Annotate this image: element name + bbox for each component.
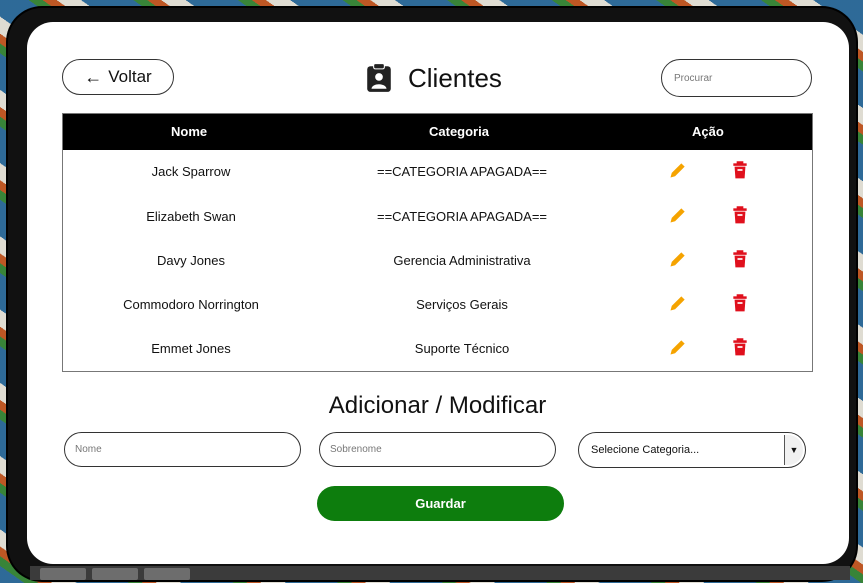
cell-categoria: Gerencia Administrativa xyxy=(393,253,531,268)
pencil-icon[interactable] xyxy=(668,249,688,269)
clipboard-account-icon xyxy=(367,63,391,92)
back-button[interactable]: ← Voltar xyxy=(62,59,174,95)
cell-nome: Emmet Jones xyxy=(151,341,231,356)
nome-input[interactable] xyxy=(64,432,301,467)
categoria-select-value: Selecione Categoria... xyxy=(591,444,700,456)
cell-nome: Commodoro Norrington xyxy=(123,297,259,312)
table-row: Elizabeth Swan ==CATEGORIA APAGADA== xyxy=(63,195,812,239)
pencil-icon[interactable] xyxy=(668,205,688,225)
column-header-nome: Nome xyxy=(171,124,208,139)
search-input[interactable] xyxy=(661,59,812,97)
table-row: Jack Sparrow ==CATEGORIA APAGADA== xyxy=(63,150,812,194)
categoria-select[interactable]: Selecione Categoria... ▼ xyxy=(578,432,806,468)
table-row: Davy Jones Gerencia Administrativa xyxy=(63,239,812,283)
taskbar-button[interactable] xyxy=(40,568,86,580)
clients-table: Nome Categoria Ação Jack Sparrow ==CATEG… xyxy=(62,113,813,372)
cell-categoria: ==CATEGORIA APAGADA== xyxy=(376,209,548,224)
sobrenome-input[interactable] xyxy=(319,432,556,467)
page-header: Clientes xyxy=(366,58,502,98)
pencil-icon[interactable] xyxy=(668,337,688,357)
pencil-icon[interactable] xyxy=(668,293,688,313)
table-row: Emmet Jones Suporte Técnico xyxy=(63,327,812,371)
arrow-left-icon: ← xyxy=(84,67,103,87)
table-header: Nome Categoria Ação xyxy=(63,114,812,150)
taskbar-button[interactable] xyxy=(144,568,190,580)
taskbar-button[interactable] xyxy=(92,568,138,580)
trash-icon[interactable] xyxy=(730,293,750,313)
trash-icon[interactable] xyxy=(730,160,750,180)
column-header-acao: Ação xyxy=(692,124,724,139)
cell-categoria: ==CATEGORIA APAGADA== xyxy=(376,164,548,179)
cell-categoria: Suporte Técnico xyxy=(414,341,510,356)
back-button-label: Voltar xyxy=(108,67,152,86)
trash-icon[interactable] xyxy=(730,249,750,269)
caret-down-icon[interactable]: ▼ xyxy=(784,435,803,465)
cell-nome: Elizabeth Swan xyxy=(146,209,236,224)
taskbar xyxy=(30,566,850,580)
cell-nome: Jack Sparrow xyxy=(151,164,231,179)
save-button[interactable]: Guardar xyxy=(317,486,564,521)
page-title: Clientes xyxy=(408,62,502,93)
pencil-icon[interactable] xyxy=(668,160,688,180)
column-header-categoria: Categoria xyxy=(429,124,489,139)
cell-categoria: Serviços Gerais xyxy=(416,297,508,312)
cell-nome: Davy Jones xyxy=(157,253,225,268)
form-title: Adicionar / Modificar xyxy=(328,392,547,419)
trash-icon[interactable] xyxy=(730,337,750,357)
table-row: Commodoro Norrington Serviços Gerais xyxy=(63,283,812,327)
trash-icon[interactable] xyxy=(730,205,750,225)
